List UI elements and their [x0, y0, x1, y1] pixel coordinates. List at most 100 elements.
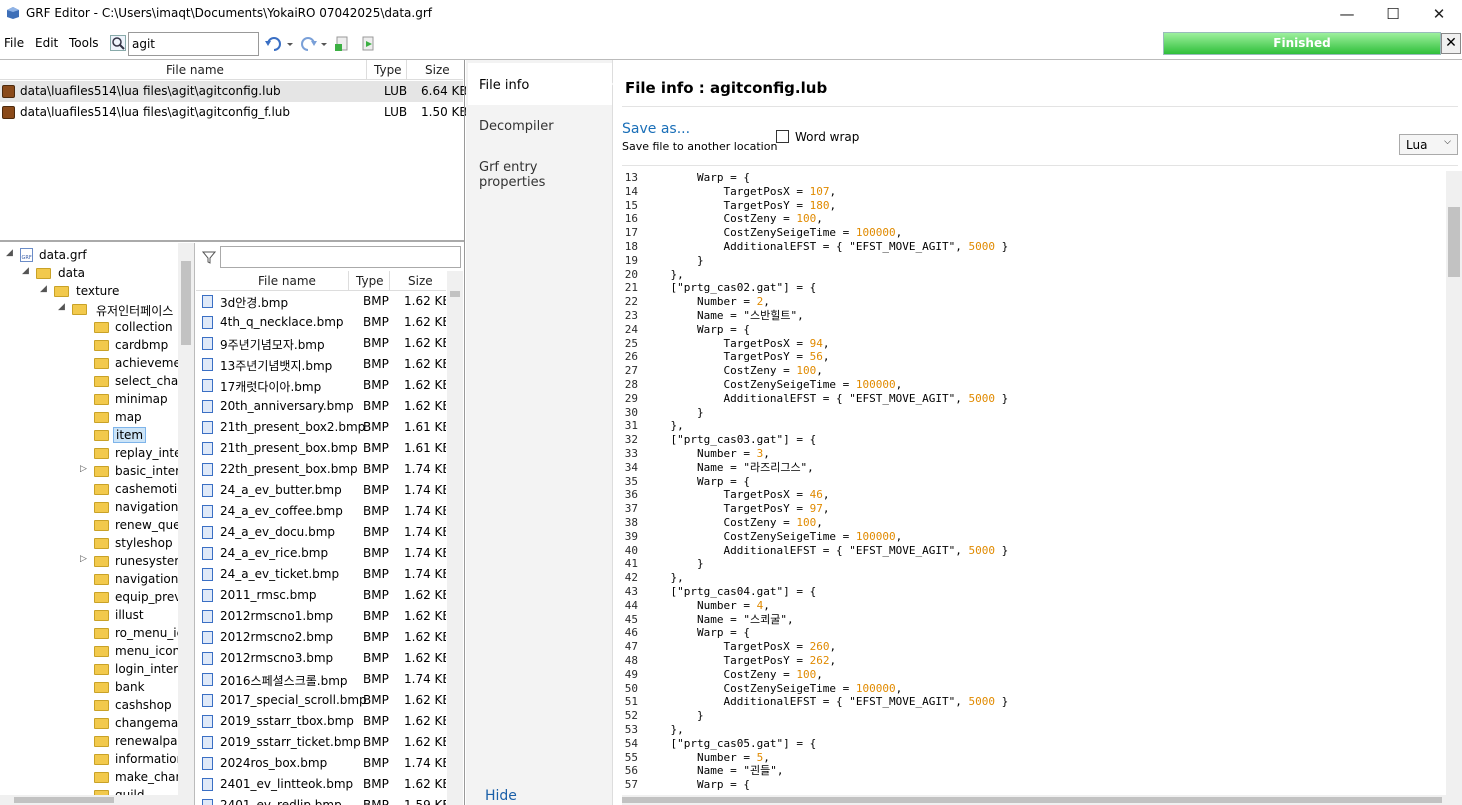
- file-row[interactable]: 24_a_ev_rice.bmp BMP 1.74 KB: [196, 543, 446, 564]
- file-row[interactable]: 24_a_ev_butter.bmp BMP 1.74 KB: [196, 480, 446, 501]
- tab-grf-entry-properties[interactable]: Grf entry properties: [468, 145, 612, 190]
- menu-tools[interactable]: Tools: [69, 36, 99, 50]
- file-filter-input[interactable]: [220, 246, 461, 268]
- collapse-icon[interactable]: ◢: [58, 302, 65, 312]
- code-text: TargetPosX =: [644, 336, 810, 350]
- collapse-icon[interactable]: ◢: [40, 284, 47, 294]
- line-text: Number = 4,: [644, 599, 770, 613]
- collapse-icon[interactable]: ◢: [22, 266, 29, 276]
- line-text: AdditionalEFST = { "EFST_MOVE_AGIT", 500…: [644, 240, 1008, 254]
- tree-label: map: [115, 410, 142, 424]
- main-splitter[interactable]: [464, 60, 465, 805]
- result-row[interactable]: data\luafiles514\lua files\agit\agitconf…: [0, 102, 468, 123]
- folder-icon: [94, 500, 113, 514]
- code-text: ,: [763, 295, 770, 309]
- code-text: TargetPosX =: [644, 488, 810, 502]
- file-row[interactable]: 2011_rmsc.bmp BMP 1.62 KB: [196, 585, 446, 606]
- results-col-name[interactable]: File name: [166, 63, 224, 77]
- code-number: 5000: [968, 695, 996, 709]
- results-splitter[interactable]: [0, 240, 465, 242]
- code-number: 100000: [855, 681, 896, 695]
- line-number: 39: [624, 529, 638, 543]
- file-size: 1.62 KB: [404, 714, 446, 728]
- file-row[interactable]: 24_a_ev_docu.bmp BMP 1.74 KB: [196, 522, 446, 543]
- files-col-type[interactable]: Type: [356, 274, 384, 288]
- menu-edit[interactable]: Edit: [35, 36, 58, 50]
- file-row[interactable]: 24_a_ev_ticket.bmp BMP 1.74 KB: [196, 564, 446, 585]
- tree-splitter[interactable]: [194, 243, 195, 805]
- files-col-name[interactable]: File name: [258, 274, 316, 288]
- word-wrap-checkbox[interactable]: [776, 130, 789, 143]
- code-scrollbar[interactable]: [1446, 171, 1462, 795]
- folder-icon: [94, 716, 113, 730]
- hide-button[interactable]: Hide: [485, 788, 517, 804]
- file-row[interactable]: 2401_ev_redlip.bmp BMP 1.59 KB: [196, 795, 446, 805]
- code-hscroll-thumb[interactable]: [622, 797, 1442, 803]
- menu-file[interactable]: File: [4, 36, 24, 50]
- file-row[interactable]: 17캐럿다이아.bmp BMP 1.62 KB: [196, 375, 446, 396]
- expand-icon[interactable]: ▷: [80, 554, 87, 564]
- file-row[interactable]: 2024ros_box.bmp BMP 1.74 KB: [196, 753, 446, 774]
- files-col-size[interactable]: Size: [408, 274, 433, 288]
- expand-icon[interactable]: ▷: [80, 464, 87, 474]
- line-number: 18: [624, 240, 638, 253]
- file-row[interactable]: 2016스페셜스크롤.bmp BMP 1.74 KB: [196, 669, 446, 690]
- file-row[interactable]: 2401_ev_lintteok.bmp BMP 1.62 KB: [196, 774, 446, 795]
- file-row[interactable]: 2012rmscno2.bmp BMP 1.62 KB: [196, 627, 446, 648]
- folder-icon: [94, 536, 113, 550]
- tab-decompiler[interactable]: Decompiler: [468, 104, 612, 146]
- code-text: ,: [816, 516, 823, 529]
- file-row[interactable]: 2019_sstarr_ticket.bmp BMP 1.62 KB: [196, 732, 446, 753]
- progress-close-button[interactable]: ✕: [1441, 33, 1461, 54]
- file-row[interactable]: 2019_sstarr_tbox.bmp BMP 1.62 KB: [196, 711, 446, 732]
- file-row[interactable]: 3d안경.bmp BMP 1.62 KB: [196, 291, 446, 312]
- file-row[interactable]: 9주년기념모자.bmp BMP 1.62 KB: [196, 333, 446, 354]
- files-scroll-thumb[interactable]: [450, 291, 460, 297]
- tree-label: navigation_: [115, 500, 178, 514]
- file-name: 2019_sstarr_ticket.bmp: [220, 735, 361, 749]
- undo-icon[interactable]: [264, 35, 294, 53]
- code-text: TargetPosY =: [644, 198, 810, 212]
- results-col-size[interactable]: Size: [425, 63, 450, 77]
- minimize-button[interactable]: —: [1324, 0, 1370, 28]
- code-text: Name = "괸들",: [644, 764, 784, 778]
- search-input[interactable]: [128, 32, 259, 56]
- code-text: }: [995, 240, 1009, 253]
- tree-hscrollbar[interactable]: [0, 795, 194, 805]
- file-row[interactable]: 2012rmscno3.bmp BMP 1.62 KB: [196, 648, 446, 669]
- result-row[interactable]: data\luafiles514\lua files\agit\agitconf…: [0, 81, 468, 102]
- file-row[interactable]: 2017_special_scroll.bmp BMP 1.62 KB: [196, 690, 446, 711]
- code-editor[interactable]: 13 Warp = {14 TargetPosX = 107, 15 Target…: [622, 171, 1444, 795]
- save-as-link[interactable]: Save as...: [622, 121, 690, 137]
- code-text: },: [644, 267, 684, 281]
- file-name: 9주년기념모자.bmp: [220, 338, 325, 352]
- file-row[interactable]: 24_a_ev_coffee.bmp BMP 1.74 KB: [196, 501, 446, 522]
- file-row[interactable]: 2012rmscno1.bmp BMP 1.62 KB: [196, 606, 446, 627]
- search-results-panel: File name Type Size data\luafiles514\lua…: [0, 60, 468, 240]
- tab-file-info[interactable]: File info: [468, 63, 612, 105]
- redo-icon[interactable]: [298, 35, 328, 53]
- tree-scrollbar[interactable]: [178, 243, 194, 795]
- file-row[interactable]: 13주년기념뱃지.bmp BMP 1.62 KB: [196, 354, 446, 375]
- file-row[interactable]: 4th_q_necklace.bmp BMP 1.62 KB: [196, 312, 446, 333]
- add-folder-icon[interactable]: [360, 36, 376, 52]
- code-scroll-thumb[interactable]: [1448, 207, 1460, 277]
- maximize-button[interactable]: ☐: [1370, 0, 1416, 28]
- line-text: CostZeny = 100,: [644, 668, 822, 682]
- tree-label: cashshop: [115, 698, 172, 712]
- close-window-button[interactable]: ✕: [1416, 0, 1462, 28]
- code-hscrollbar[interactable]: [622, 795, 1462, 805]
- results-col-type[interactable]: Type: [374, 63, 402, 77]
- file-row[interactable]: 22th_present_box.bmp BMP 1.74 KB: [196, 459, 446, 480]
- tree-hscroll-thumb[interactable]: [14, 797, 114, 803]
- collapse-icon[interactable]: ◢: [6, 248, 13, 258]
- tree-scroll-thumb[interactable]: [181, 261, 191, 345]
- file-row[interactable]: 21th_present_box2.bmp BMP 1.61 KB: [196, 417, 446, 438]
- add-file-icon[interactable]: [334, 36, 350, 52]
- line-text: ["prtg_cas02.gat"] = {: [644, 281, 816, 295]
- file-row[interactable]: 20th_anniversary.bmp BMP 1.62 KB: [196, 396, 446, 417]
- files-scrollbar[interactable]: [447, 271, 463, 805]
- line-text: }: [644, 709, 704, 723]
- file-row[interactable]: 21th_present_box.bmp BMP 1.61 KB: [196, 438, 446, 459]
- language-select[interactable]: Lua ⌵: [1399, 134, 1458, 155]
